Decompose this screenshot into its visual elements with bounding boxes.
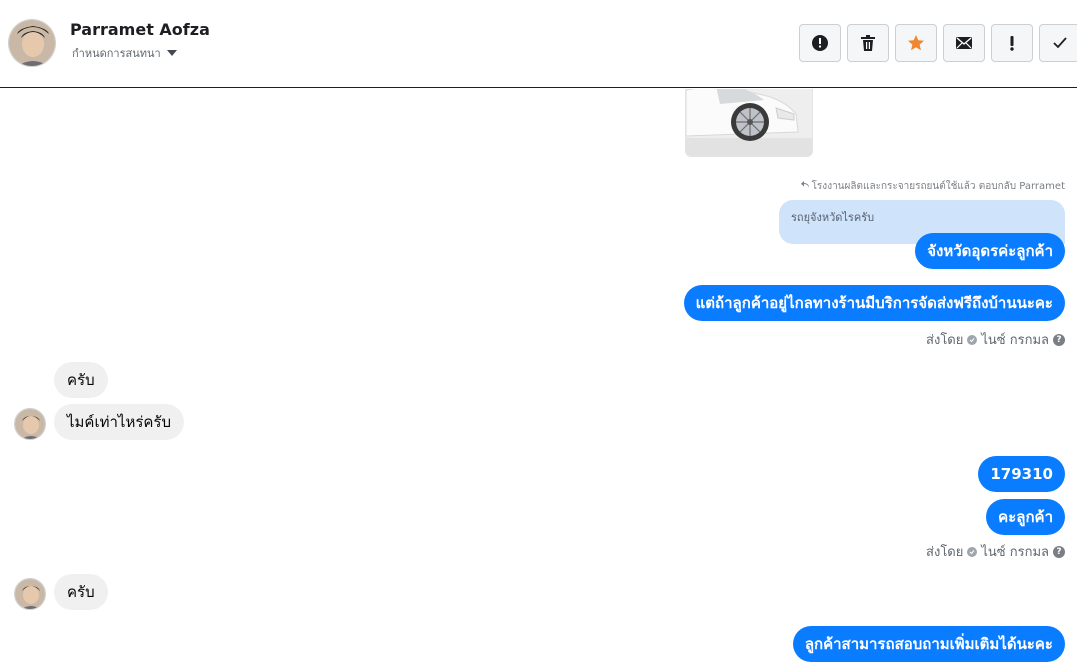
follow-up-button[interactable] xyxy=(991,24,1033,62)
contact-avatar[interactable] xyxy=(8,19,56,67)
conversation-toolbar xyxy=(799,24,1077,62)
verified-check-icon xyxy=(967,546,978,557)
exclamation-icon xyxy=(1009,35,1015,51)
trash-icon xyxy=(860,34,876,52)
outgoing-message-bubble[interactable]: คะลูกค้า xyxy=(986,499,1065,535)
assign-conversation-label: กำหนดการสนทนา xyxy=(72,47,161,60)
car-photo-attachment[interactable] xyxy=(685,89,813,157)
outgoing-message-bubble[interactable]: แต่ถ้าลูกค้าอยู่ไกลทางร้านมีบริการจัดส่ง… xyxy=(683,285,1065,321)
sent-by-prefix: ส่งโดย xyxy=(926,333,964,348)
reply-note: โรงงานผลิตและกระจายรถยนต์ใช้แล้ว ตอบกลับ… xyxy=(800,179,1065,194)
help-icon[interactable]: ? xyxy=(1053,545,1065,558)
sent-by-prefix: ส่งโดย xyxy=(926,545,964,560)
contact-avatar-small xyxy=(14,408,46,440)
sent-by-agent: ไนซ์ กรกมล xyxy=(981,545,1049,560)
delete-button[interactable] xyxy=(847,24,889,62)
mark-unread-button[interactable] xyxy=(943,24,985,62)
mail-icon xyxy=(955,36,973,50)
contact-avatar-small xyxy=(14,578,46,610)
check-icon xyxy=(1052,36,1068,50)
message-thread[interactable]: โรงงานผลิตและกระจายรถยนต์ใช้แล้ว ตอบกลับ… xyxy=(0,89,1077,663)
sent-by-agent: ไนซ์ กรกมล xyxy=(981,333,1049,348)
outgoing-message-bubble[interactable]: จังหวัดอุดรค่ะลูกค้า xyxy=(915,233,1065,269)
incoming-message-bubble[interactable]: ครับ xyxy=(54,574,108,610)
conversation-header: Parramet Aofza กำหนดการสนทนา xyxy=(0,0,1077,88)
sent-by-label: ส่งโดย ไนซ์ กรกมล ? xyxy=(926,541,1065,562)
star-button[interactable] xyxy=(895,24,937,62)
quoted-message-text: รถยุจังหวัดไรครับ xyxy=(791,211,875,224)
mark-spam-button[interactable] xyxy=(799,24,841,62)
contact-name: Parramet Aofza xyxy=(70,20,210,39)
outgoing-message-bubble[interactable]: 179310 xyxy=(978,456,1065,492)
sent-by-label: ส่งโดย ไนซ์ กรกมล ? xyxy=(926,329,1065,350)
reply-note-text: โรงงานผลิตและกระจายรถยนต์ใช้แล้ว ตอบกลับ… xyxy=(811,181,1065,192)
alert-icon xyxy=(811,34,829,52)
mark-done-button[interactable] xyxy=(1039,24,1077,62)
outgoing-message-bubble[interactable]: ลูกค้าสามารถสอบถามเพิ่มเติมได้นะคะ xyxy=(792,626,1065,662)
incoming-message-bubble[interactable]: ครับ xyxy=(54,362,108,398)
caret-down-icon xyxy=(166,50,177,56)
help-icon[interactable]: ? xyxy=(1053,333,1065,346)
verified-check-icon xyxy=(967,334,978,345)
reply-arrow-icon xyxy=(800,181,810,192)
assign-conversation-dropdown[interactable]: กำหนดการสนทนา xyxy=(72,44,177,62)
star-icon xyxy=(907,34,925,52)
incoming-message-bubble[interactable]: ไมค์เท่าไหร่ครับ xyxy=(54,404,185,440)
